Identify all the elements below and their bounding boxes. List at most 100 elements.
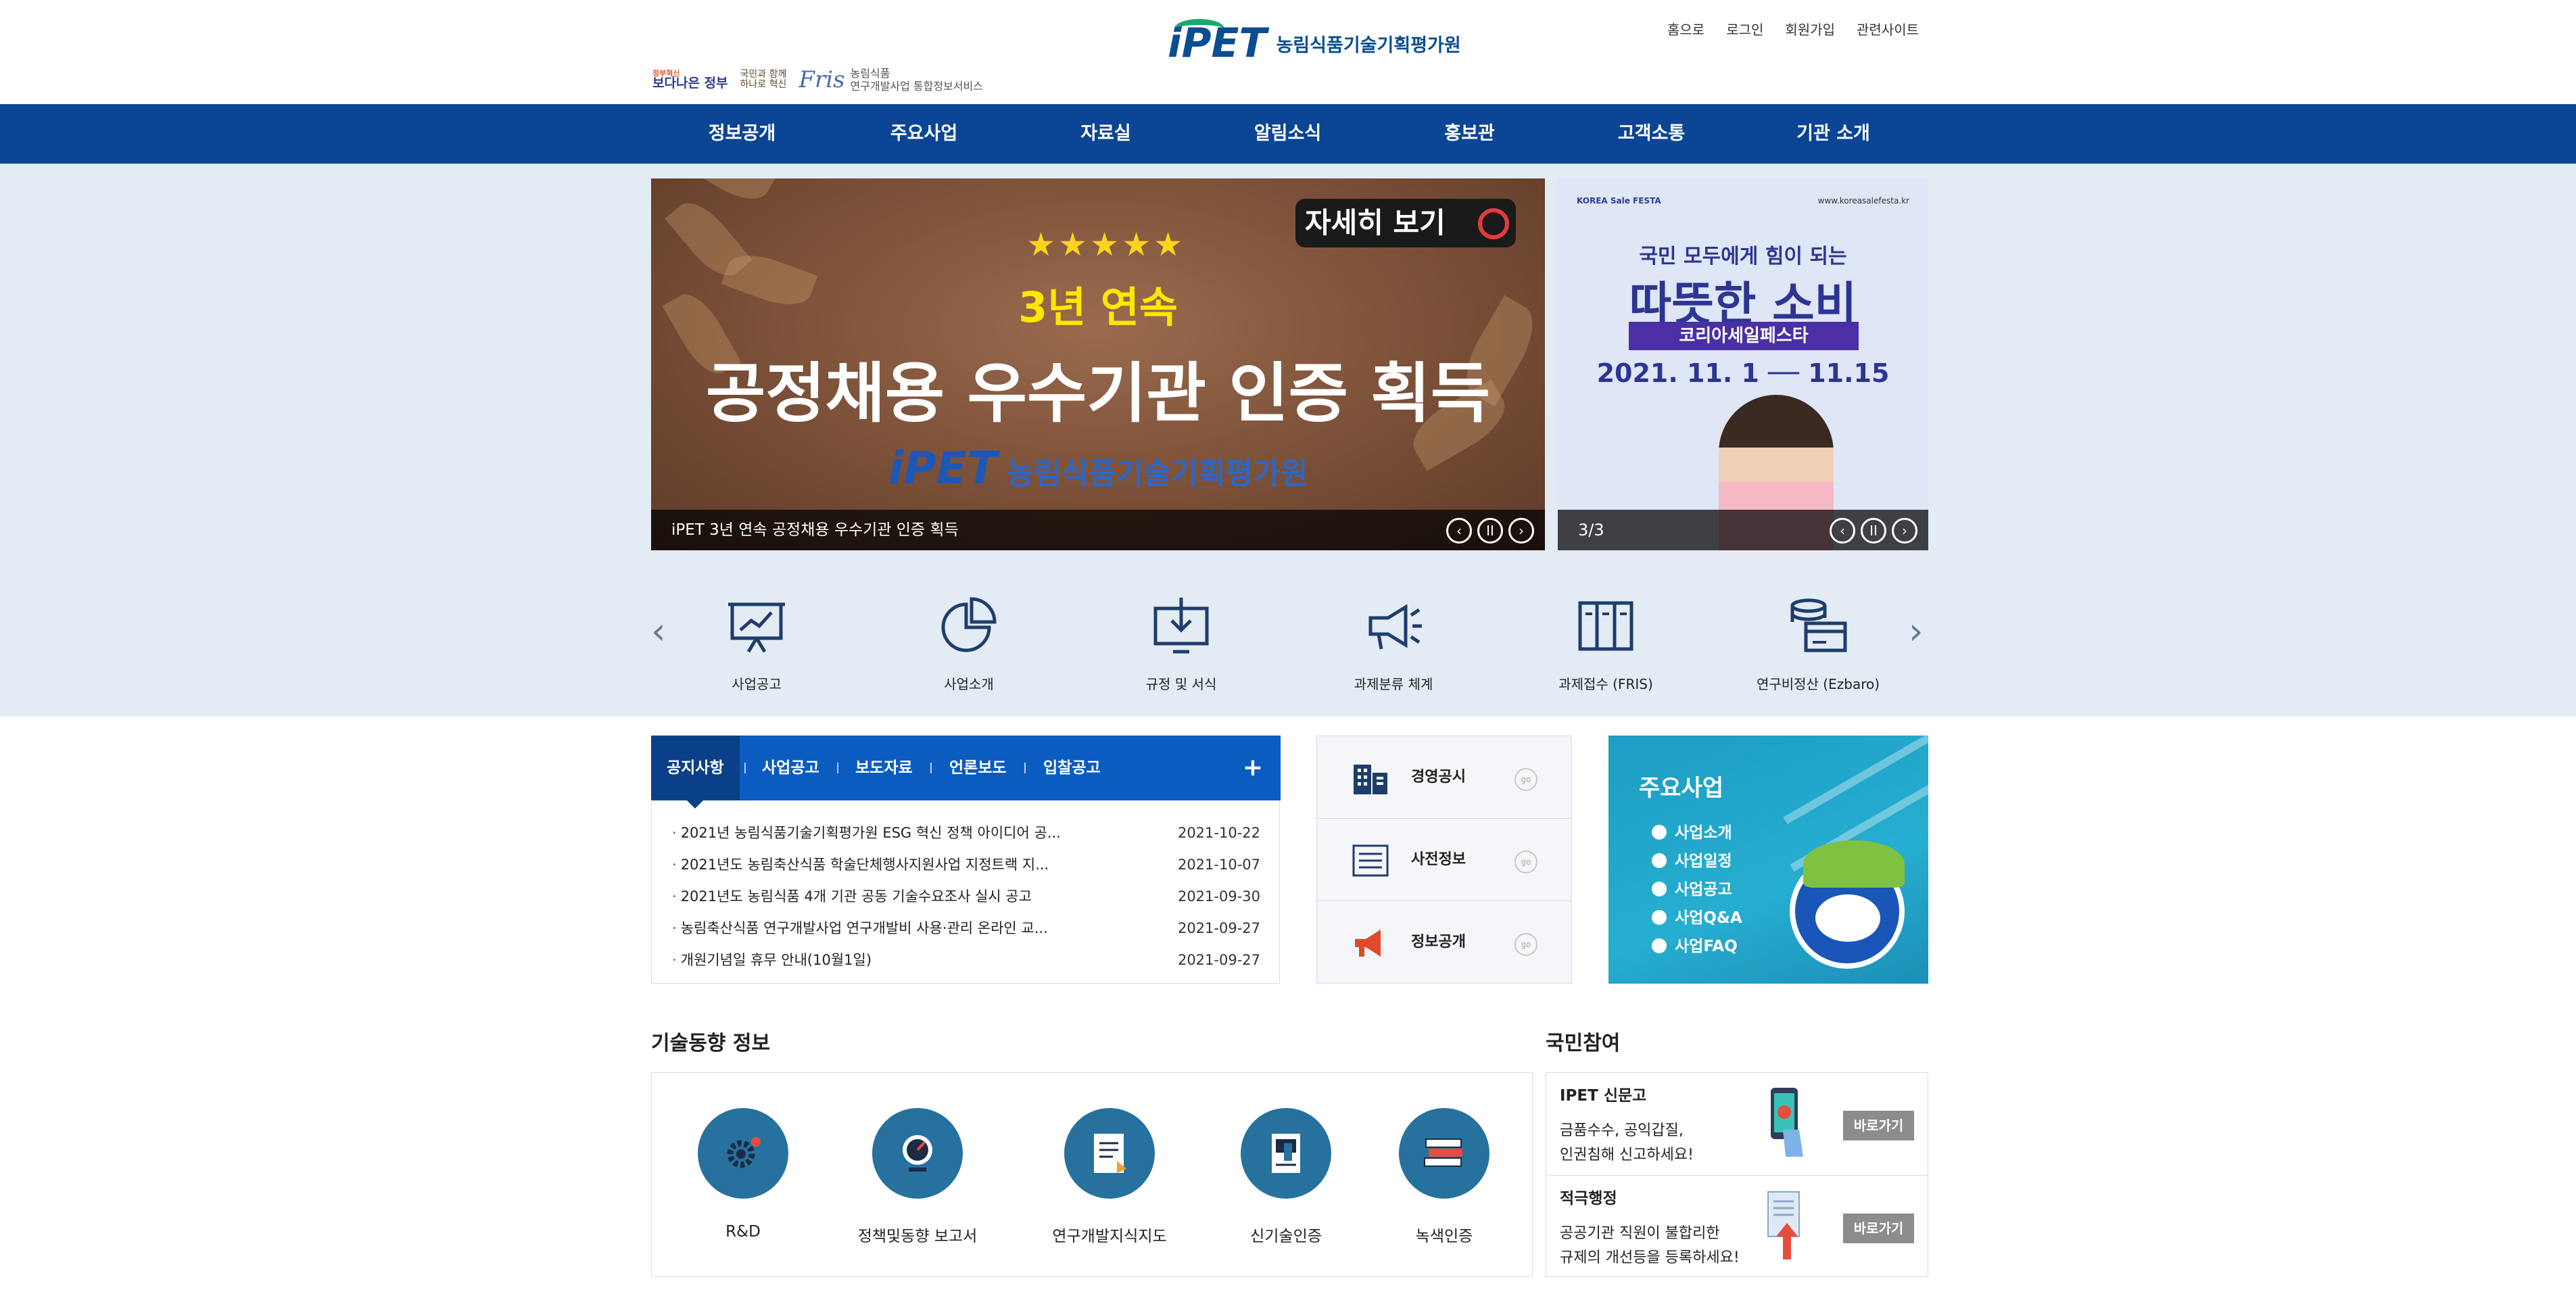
- proactive-admin-desc-2: 규제의 개선등을 등록하세요!: [1560, 1249, 1740, 1266]
- tech-item-green-cert[interactable]: 녹색인증: [1363, 1108, 1525, 1246]
- related-sites-link[interactable]: 관련사이트: [1857, 19, 1919, 39]
- business-qna-link[interactable]: 사업Q&A: [1652, 905, 1742, 928]
- partner-logos: 정부혁신 보다나은 정부 국민과 함께 하나로 혁신 Fris 농림식품 연구개…: [652, 66, 983, 93]
- management-disclosure-link[interactable]: 경영공시 go: [1317, 736, 1571, 819]
- download-box-icon: [1153, 598, 1209, 654]
- sinmungo-go-button[interactable]: 바로가기: [1843, 1111, 1914, 1140]
- tab-divider: [1024, 763, 1026, 773]
- nav-info-disclosure[interactable]: 정보공개: [651, 104, 833, 164]
- gov-innovation-logo[interactable]: 정부혁신 보다나은 정부: [652, 70, 728, 90]
- gov-innovation-text: 보다나은 정부: [652, 76, 728, 91]
- tab-media-coverage[interactable]: 언론보도: [949, 736, 1007, 800]
- notice-date: 2021-10-22: [1177, 825, 1260, 841]
- quick-item-business-notice[interactable]: 사업공고: [689, 594, 824, 693]
- login-link[interactable]: 로그인: [1726, 19, 1763, 39]
- side-banner-controls: ‹ II ›: [1830, 518, 1917, 544]
- nav-news[interactable]: 알림소식: [1197, 104, 1379, 164]
- info-disclosure-link[interactable]: 정보공개 go: [1317, 901, 1571, 984]
- notice-item[interactable]: · 농림축산식품 연구개발사업 연구개발비 사용·관리 온라인 교... 2021…: [672, 913, 1260, 944]
- tab-business-notices[interactable]: 사업공고: [762, 736, 819, 800]
- side-prev-button[interactable]: ‹: [1830, 518, 1855, 544]
- banner-brand-name: 농림식품기술기획평가원: [1006, 456, 1308, 491]
- key-business-panel: 주요사업 사업소개 사업일정 사업공고 사업Q&A 사업FAQ: [1608, 736, 1928, 984]
- books-icon: [1399, 1108, 1489, 1199]
- business-notice-link[interactable]: 사업공고: [1652, 876, 1732, 899]
- nav-customer[interactable]: 고객소통: [1560, 104, 1742, 164]
- nav-pr[interactable]: 홍보관: [1379, 104, 1560, 164]
- notice-title: 농림축산식품 연구개발사업 연구개발비 사용·관리 온라인 교...: [680, 920, 1048, 936]
- bullet-icon: ·: [672, 825, 677, 841]
- notice-title: 2021년도 농림축산식품 학술단체행사지원사업 지정트랙 지...: [680, 857, 1049, 873]
- quick-item-label: 규정 및 서식: [1145, 676, 1217, 692]
- tech-item-new-tech-cert[interactable]: 신기술인증: [1205, 1108, 1367, 1246]
- tab-divider: [930, 763, 932, 773]
- view-details-button[interactable]: 자세히 보기: [1295, 199, 1516, 247]
- next-slide-button[interactable]: ›: [1508, 518, 1534, 544]
- innovation-slogan-logo[interactable]: 국민과 함께 하나로 혁신: [740, 69, 787, 91]
- business-faq-link[interactable]: 사업FAQ: [1652, 933, 1738, 956]
- key-business-title: 주요사업: [1639, 775, 1724, 802]
- quick-link-label: 사전정보: [1411, 851, 1466, 868]
- notice-title: 2021년 농림식품기술기획평가원 ESG 혁신 정책 아이디어 공...: [680, 825, 1061, 841]
- quick-item-regulations[interactable]: 규정 및 서식: [1114, 594, 1249, 693]
- quick-item-label: 과제분류 체계: [1354, 676, 1433, 692]
- tab-notices[interactable]: 공지사항: [651, 736, 740, 809]
- sinmungo-desc-2: 인권침해 신고하세요!: [1560, 1147, 1694, 1163]
- document-icon: [1064, 1108, 1155, 1199]
- tech-item-label: 신기술인증: [1250, 1228, 1322, 1245]
- tech-trends-title: 기술동향 정보: [651, 1032, 771, 1055]
- logo-name: 농림식품기술기획평가원: [1276, 34, 1461, 56]
- nav-key-business[interactable]: 주요사업: [833, 104, 1015, 164]
- pause-slide-button[interactable]: II: [1477, 518, 1503, 544]
- bullet-icon: ·: [672, 920, 677, 936]
- business-schedule-link[interactable]: 사업일정: [1652, 848, 1732, 871]
- side-next-button[interactable]: ›: [1892, 518, 1917, 544]
- globe-glyph: [903, 1135, 932, 1172]
- slide-counter: 3/3: [1578, 521, 1604, 539]
- tech-item-policy-report[interactable]: 정책및동향 보고서: [836, 1108, 999, 1246]
- home-link[interactable]: 홈으로: [1667, 19, 1704, 39]
- quick-item-classification[interactable]: 과제분류 체계: [1326, 594, 1461, 693]
- notice-item[interactable]: · 개원기념일 휴무 안내(10월1일) 2021-09-27: [672, 944, 1260, 976]
- quick-item-fris[interactable]: 과제접수 (FRIS): [1538, 594, 1673, 693]
- side-pause-button[interactable]: II: [1861, 518, 1886, 544]
- tech-item-rnd[interactable]: R&D: [662, 1108, 824, 1241]
- nav-about[interactable]: 기관 소개: [1742, 104, 1924, 164]
- board-tabs: 공지사항 사업공고 보도자료 언론보도 입찰공고 +: [651, 736, 1281, 809]
- bullet-icon: ·: [672, 888, 677, 905]
- site-logo[interactable]: iPET 농림식품기술기획평가원: [1168, 19, 1461, 64]
- nav-resources[interactable]: 자료실: [1015, 104, 1197, 164]
- tab-press-releases[interactable]: 보도자료: [855, 736, 913, 800]
- sinmungo-title: IPET 신문고: [1560, 1087, 1647, 1105]
- quick-item-ezbaro[interactable]: 연구비정산 (Ezbaro): [1750, 594, 1886, 693]
- more-button[interactable]: +: [1243, 736, 1263, 800]
- notice-date: 2021-09-27: [1177, 920, 1260, 936]
- citizen-participation-title: 국민참여: [1546, 1032, 1621, 1055]
- notice-item[interactable]: · 2021년 농림식품기술기획평가원 ESG 혁신 정책 아이디어 공... 2…: [672, 817, 1260, 849]
- stripe-decoration: [1783, 736, 1928, 825]
- signup-link[interactable]: 회원가입: [1785, 19, 1835, 39]
- quick-item-business-intro[interactable]: 사업소개: [901, 594, 1036, 693]
- proactive-admin-go-button[interactable]: 바로가기: [1843, 1213, 1914, 1243]
- tech-item-label: 연구개발지식지도: [1052, 1228, 1167, 1245]
- fris-mark: Fris: [798, 66, 845, 93]
- quick-next-icon[interactable]: ›: [1909, 610, 1924, 652]
- business-intro-link[interactable]: 사업소개: [1652, 819, 1732, 842]
- side-banner[interactable]: KOREA Sale FESTA www.koreasalefesta.kr 국…: [1558, 178, 1928, 550]
- prev-slide-button[interactable]: ‹: [1446, 518, 1472, 544]
- notice-board: 공지사항 사업공고 보도자료 언론보도 입찰공고 + · 2021년 농림식품기술…: [651, 736, 1281, 984]
- bullet-icon: ·: [672, 857, 677, 873]
- main-banner-caption: iPET 3년 연속 공정채용 우수기관 인증 획득: [671, 521, 959, 539]
- notice-item[interactable]: · 2021년도 농림축산식품 학술단체행사지원사업 지정트랙 지... 2021…: [672, 849, 1260, 881]
- prior-info-link[interactable]: 사전정보 go: [1317, 819, 1571, 901]
- quick-prev-icon[interactable]: ‹: [651, 610, 666, 652]
- tech-item-knowledge-map[interactable]: 연구개발지식지도: [1028, 1108, 1191, 1246]
- notice-item[interactable]: · 2021년도 농림식품 4개 기관 공동 기술수요조사 실시 공고 2021-…: [672, 881, 1260, 913]
- proactive-admin-desc: 공공기관 직원이 불합리한 규제의 개선등을 등록하세요!: [1560, 1222, 1763, 1270]
- tab-bid-notices[interactable]: 입찰공고: [1043, 736, 1101, 800]
- fris-logo[interactable]: Fris 농림식품 연구개발사업 통합정보서비스: [798, 66, 983, 93]
- fris-caption-2: 연구개발사업 통합정보서비스: [850, 80, 983, 93]
- building-icon: [1354, 765, 1387, 794]
- main-banner[interactable]: ★★★★★ 3년 연속 공정채용 우수기관 인증 획득 iPET 농림식품기술기획…: [651, 178, 1545, 550]
- books-glyph: [1424, 1138, 1462, 1167]
